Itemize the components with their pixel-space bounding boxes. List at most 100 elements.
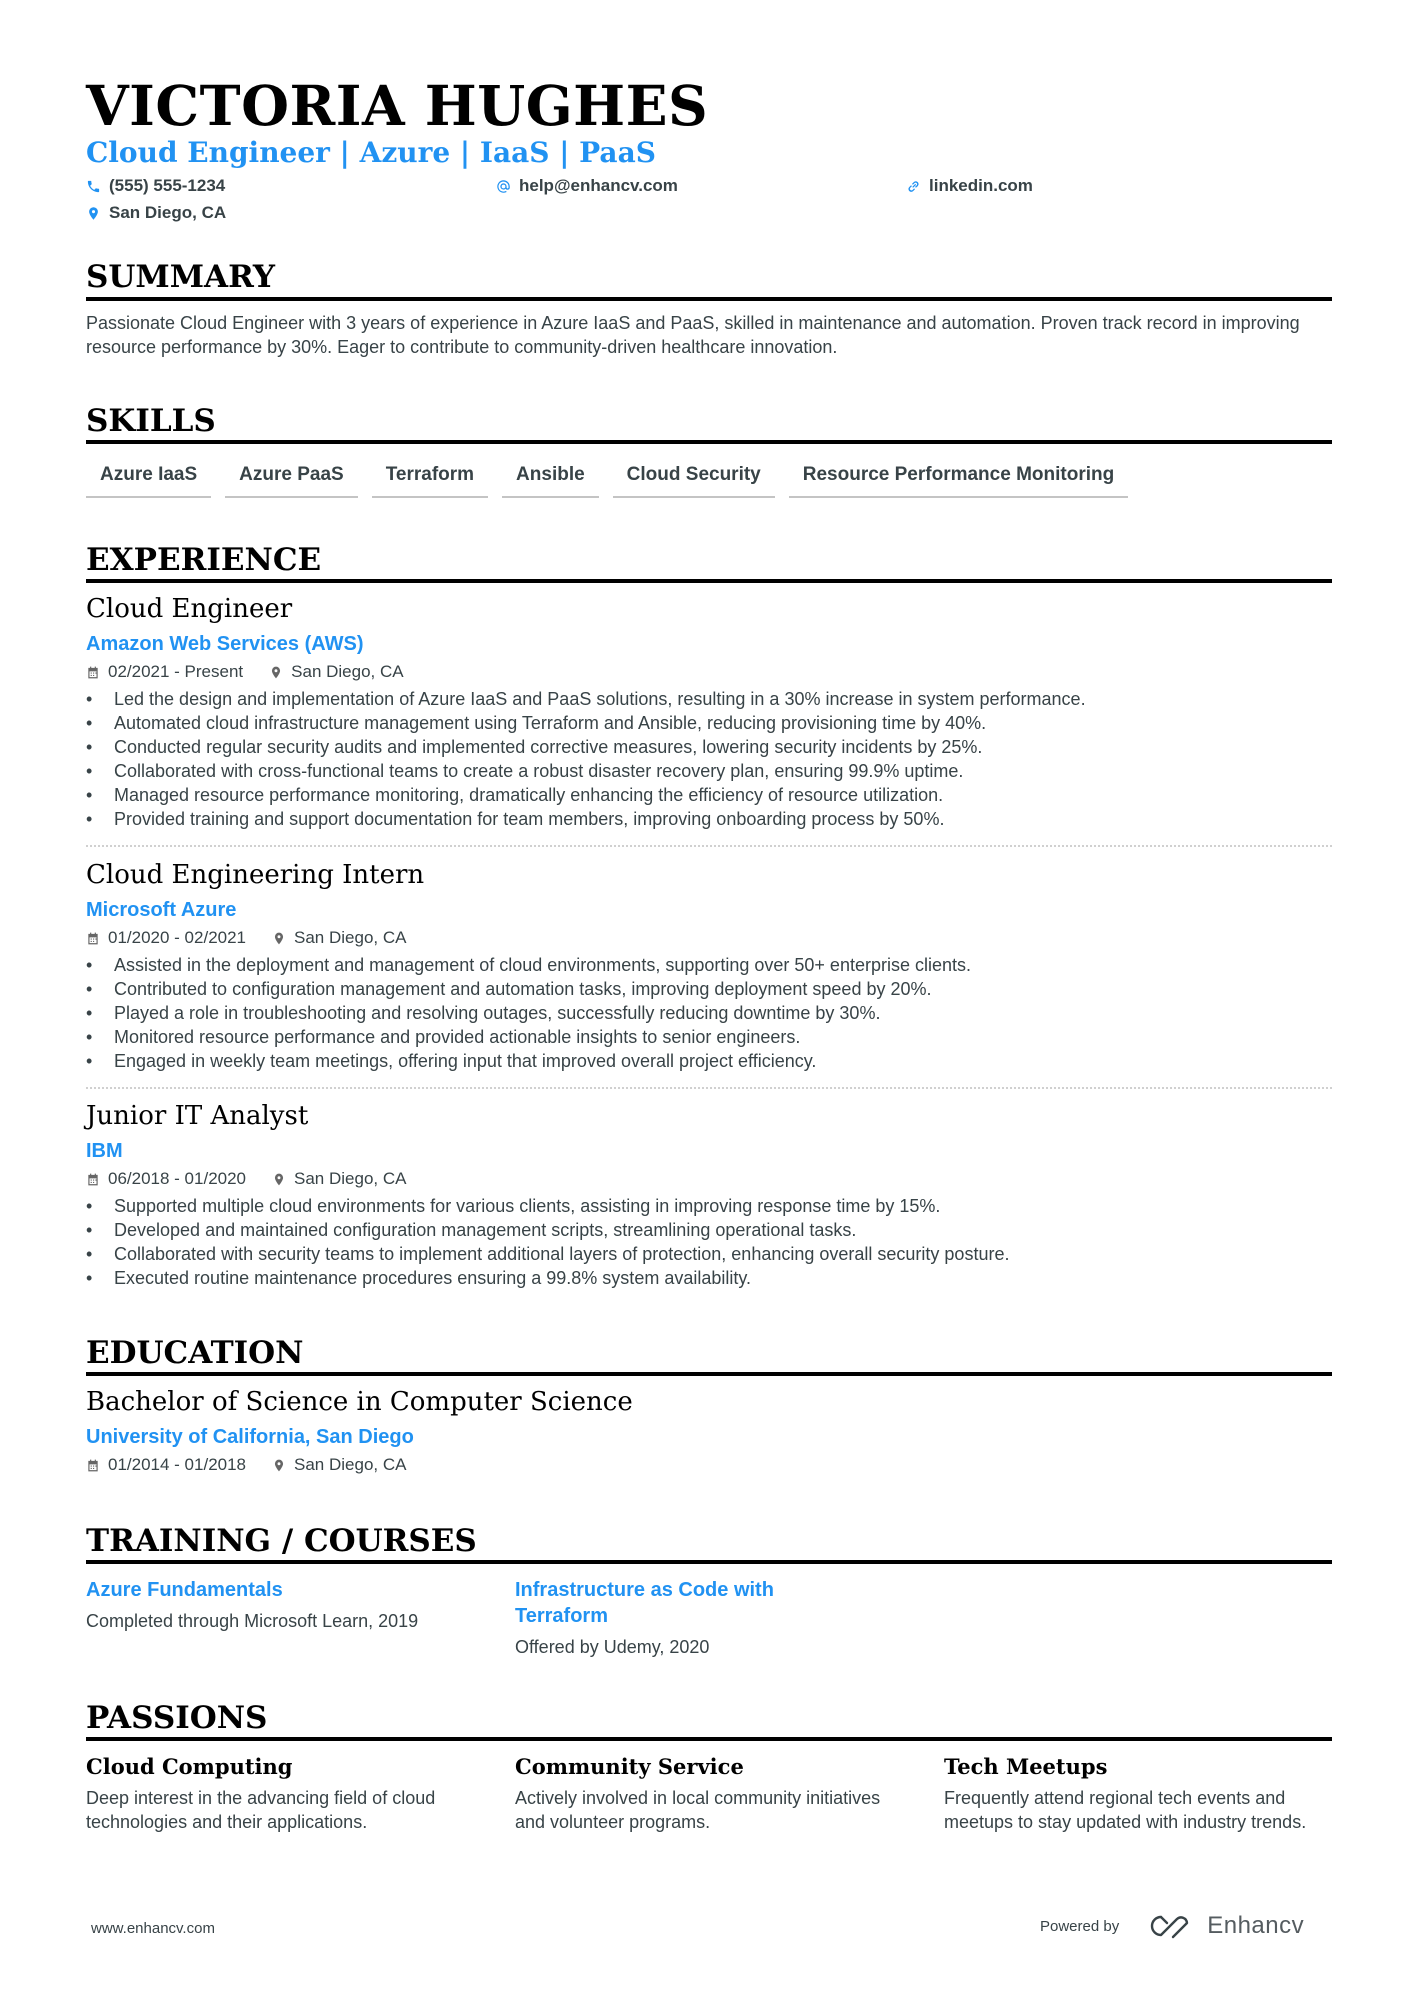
passion-desc: Deep interest in the advancing field of … <box>86 1788 436 1832</box>
skill-tag: Azure IaaS <box>86 462 212 498</box>
link-text[interactable]: linkedin.com <box>929 176 1033 196</box>
job-location: San Diego, CA <box>272 1168 406 1190</box>
skills-heading: SKILLS <box>86 403 216 439</box>
education-location-text: San Diego, CA <box>294 1455 407 1474</box>
bullet-item: Monitored resource performance and provi… <box>86 1025 1332 1049</box>
contact-phone: (555) 555-1234 <box>86 176 225 196</box>
bullet-item: Managed resource performance monitoring,… <box>86 783 1332 807</box>
calendar-icon <box>88 932 98 944</box>
passion-title: Community Service <box>515 1754 744 1779</box>
contact-link[interactable]: linkedin.com <box>906 176 1033 196</box>
phone-text: (555) 555-1234 <box>109 176 226 195</box>
passion-entry: Community Service Actively involved in l… <box>515 1754 915 1834</box>
skill-tag: Cloud Security <box>612 462 775 498</box>
job-title: Junior IT Analyst <box>86 1101 309 1131</box>
candidate-name: VICTORIA HUGHES <box>86 73 709 138</box>
bullet-item: Led the design and implementation of Azu… <box>86 687 1332 711</box>
job-company: Amazon Web Services (AWS) <box>86 633 364 655</box>
phone-icon <box>87 180 100 192</box>
email-text[interactable]: help@enhancv.com <box>519 176 678 196</box>
passion-title: Cloud Computing <box>86 1754 293 1779</box>
education-location: San Diego, CA <box>272 1454 406 1476</box>
education-meta: 01/2014 - 01/2018 San Diego, CA <box>86 1454 1332 1476</box>
degree-title: Bachelor of Science in Computer Science <box>86 1387 633 1417</box>
passions-heading: PASSIONS <box>86 1700 268 1736</box>
contact-email[interactable]: help@enhancv.com <box>496 176 678 196</box>
link-icon <box>908 180 919 192</box>
course-desc: Completed through Microsoft Learn, 2019 <box>86 1611 419 1631</box>
location-pin-icon <box>274 1459 284 1471</box>
bullet-item: Collaborated with security teams to impl… <box>86 1242 1332 1266</box>
education-dates: 01/2014 - 01/2018 <box>86 1454 246 1476</box>
bullet-item: Automated cloud infrastructure managemen… <box>86 711 1332 735</box>
skills-list: Azure IaaS Azure PaaS Terraform Ansible … <box>86 462 1129 498</box>
location-pin-icon <box>274 1173 284 1185</box>
bullet-item: Contributed to configuration management … <box>86 977 1332 1001</box>
bullet-item: Engaged in weekly team meetings, offerin… <box>86 1049 1332 1073</box>
passion-desc: Frequently attend regional tech events a… <box>944 1788 1307 1832</box>
job-dates-text: 06/2018 - 01/2020 <box>108 1169 247 1188</box>
training-divider <box>86 1560 1332 1564</box>
education-heading: EDUCATION <box>86 1335 304 1371</box>
job-dates-text: 01/2020 - 02/2021 <box>108 928 247 947</box>
skill-tag: Resource Performance Monitoring <box>788 462 1129 498</box>
job-bullets: Led the design and implementation of Azu… <box>86 687 1332 831</box>
education-divider <box>86 1372 1332 1376</box>
job-bullets: Assisted in the deployment and managemen… <box>86 953 1332 1073</box>
summary-divider <box>86 297 1332 301</box>
job-company: Microsoft Azure <box>86 899 237 921</box>
experience-entry: Cloud Engineer Amazon Web Services (AWS)… <box>86 593 1332 831</box>
job-dates: 01/2020 - 02/2021 <box>86 927 246 949</box>
skills-divider <box>86 440 1332 444</box>
passion-entry: Tech Meetups Frequently attend regional … <box>944 1754 1344 1834</box>
passion-title: Tech Meetups <box>944 1754 1108 1779</box>
education-dates-text: 01/2014 - 01/2018 <box>108 1455 247 1474</box>
location-text: San Diego, CA <box>109 203 227 222</box>
skill-tag: Ansible <box>502 462 599 498</box>
job-title: Cloud Engineer <box>86 594 293 624</box>
job-meta: 01/2020 - 02/2021 San Diego, CA <box>86 927 1332 949</box>
summary-heading: SUMMARY <box>86 259 276 295</box>
passion-entry: Cloud Computing Deep interest in the adv… <box>86 1754 486 1834</box>
calendar-icon <box>88 1173 98 1185</box>
passions-divider <box>86 1737 1332 1741</box>
passion-desc: Actively involved in local community ini… <box>515 1788 881 1832</box>
job-meta: 02/2021 - Present San Diego, CA <box>86 661 1332 683</box>
contact-location: San Diego, CA <box>86 203 226 223</box>
location-pin-icon <box>272 666 281 678</box>
bullet-item: Conducted regular security audits and im… <box>86 735 1332 759</box>
powered-by-label: Powered by <box>1040 1917 1120 1935</box>
bullet-item: Played a role in troubleshooting and res… <box>86 1001 1332 1025</box>
summary-text: Passionate Cloud Engineer with 3 years o… <box>86 313 1300 357</box>
job-title: Cloud Engineering Intern <box>86 860 425 890</box>
job-company: IBM <box>86 1140 123 1162</box>
location-pin-icon <box>274 932 284 944</box>
brand-name: Enhancv <box>1207 1912 1305 1939</box>
job-location: San Diego, CA <box>272 927 406 949</box>
job-dates-text: 02/2021 - Present <box>108 662 244 681</box>
school-name: University of California, San Diego <box>86 1426 414 1448</box>
footer-branding: Powered by Enhancv <box>1040 1912 1304 1940</box>
job-location-text: San Diego, CA <box>294 1169 407 1188</box>
calendar-icon <box>88 666 98 678</box>
calendar-icon <box>88 1459 98 1471</box>
job-dates: 06/2018 - 01/2020 <box>86 1168 246 1190</box>
job-location: San Diego, CA <box>269 661 404 683</box>
experience-entry: Cloud Engineering Intern Microsoft Azure… <box>86 859 1332 1073</box>
skill-tag: Azure PaaS <box>225 462 358 498</box>
experience-entry: Junior IT Analyst IBM 06/2018 - 01/2020 … <box>86 1100 1332 1290</box>
footer-website[interactable]: www.enhancv.com <box>91 1920 215 1937</box>
location-pin-icon <box>89 206 98 220</box>
training-heading: TRAINING / COURSES <box>86 1523 477 1559</box>
bullet-item: Assisted in the deployment and managemen… <box>86 953 1332 977</box>
skill-tag: Terraform <box>371 462 489 498</box>
bullet-item: Executed routine maintenance procedures … <box>86 1266 1332 1290</box>
course-title: Azure Fundamentals <box>86 1579 283 1601</box>
course-desc: Offered by Udemy, 2020 <box>515 1637 710 1657</box>
job-dates: 02/2021 - Present <box>86 661 243 683</box>
entry-divider <box>86 845 1332 847</box>
course-entry: Azure Fundamentals Completed through Mic… <box>86 1577 496 1633</box>
experience-divider <box>86 579 1332 583</box>
job-meta: 06/2018 - 01/2020 San Diego, CA <box>86 1168 1332 1190</box>
job-location-text: San Diego, CA <box>291 662 404 681</box>
